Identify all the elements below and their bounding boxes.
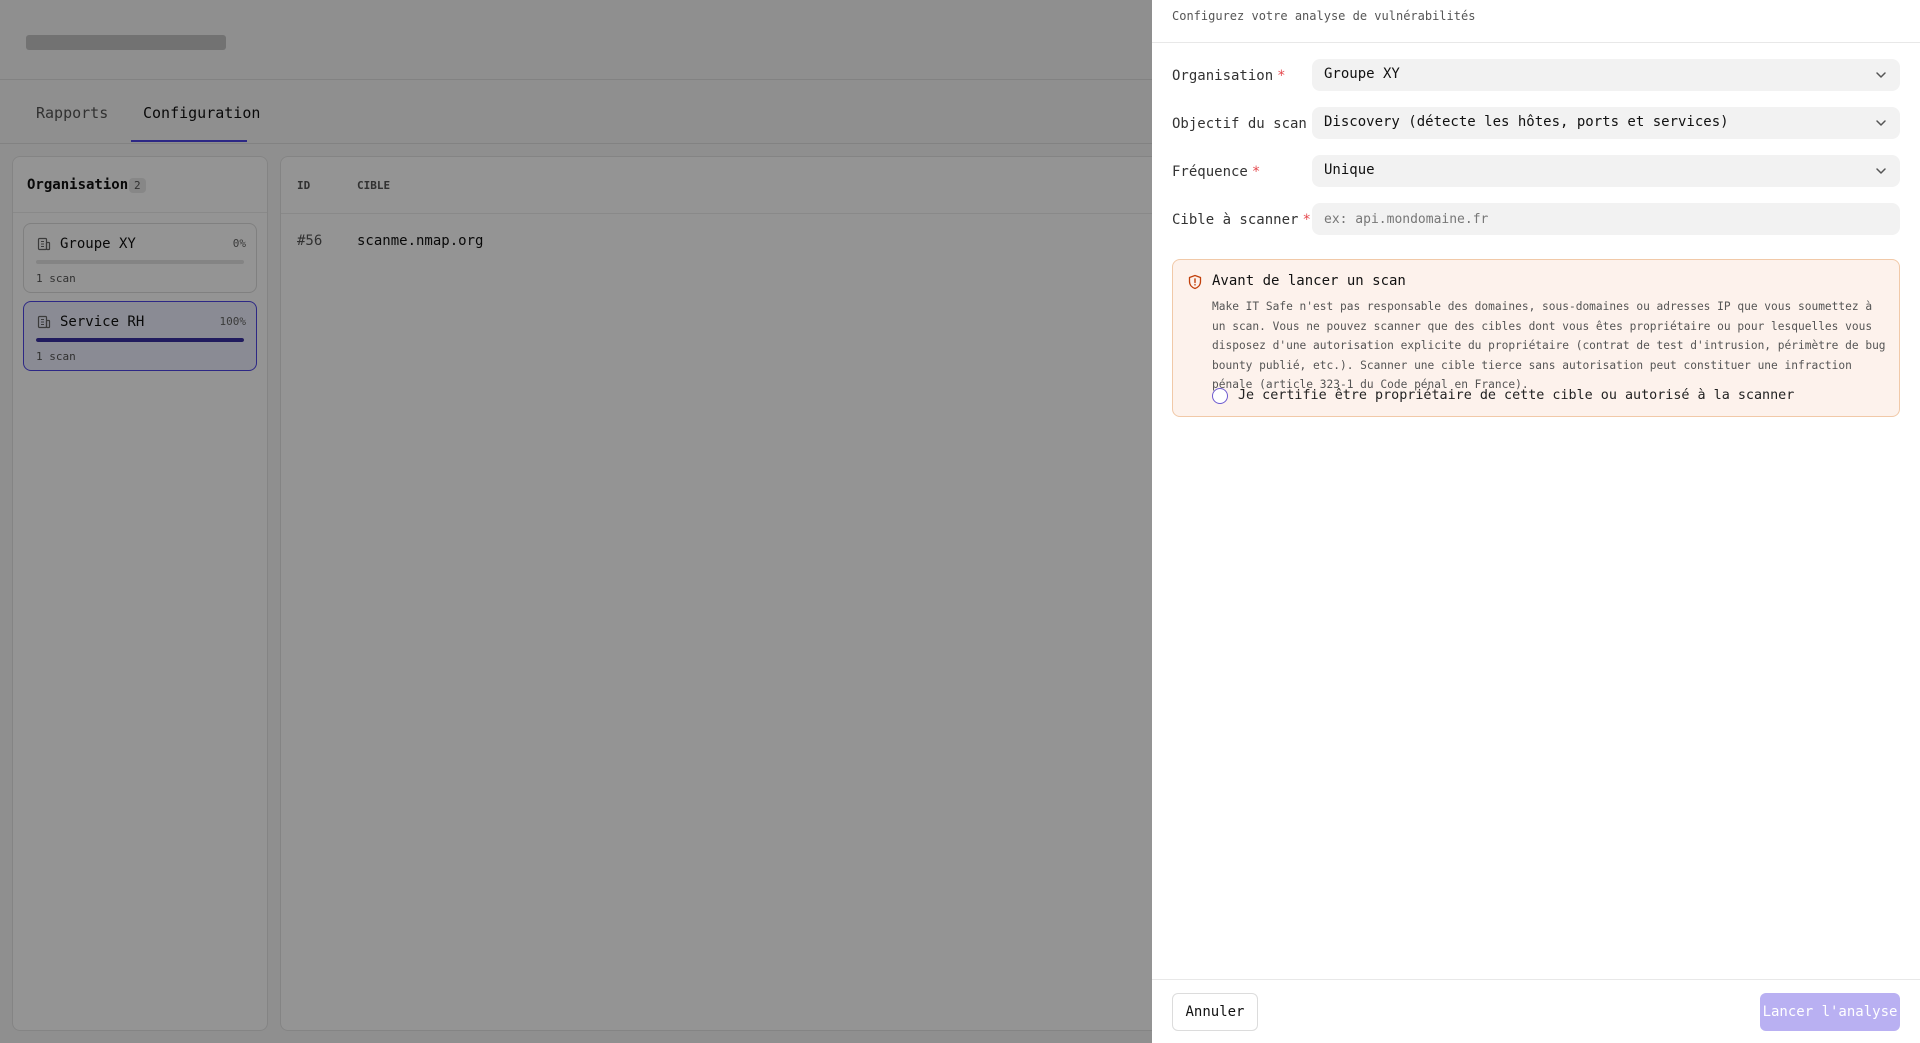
certify-label: Je certifie être propriétaire de cette c… bbox=[1238, 388, 1795, 403]
scan-warning-box: Avant de lancer un scan Make IT Safe n'e… bbox=[1172, 259, 1900, 417]
required-mark: * bbox=[1302, 212, 1311, 228]
certify-radio[interactable] bbox=[1212, 388, 1228, 404]
warning-title: Avant de lancer un scan bbox=[1212, 273, 1406, 289]
chevron-down-icon bbox=[1876, 72, 1886, 78]
organisation-label: Organisation * bbox=[1172, 68, 1286, 84]
cancel-button[interactable]: Annuler bbox=[1172, 993, 1258, 1031]
organisation-value: Groupe XY bbox=[1324, 66, 1400, 82]
drawer-footer: Annuler Lancer l'analyse bbox=[1152, 979, 1920, 1043]
chevron-down-icon bbox=[1876, 168, 1886, 174]
required-mark: * bbox=[1251, 164, 1261, 180]
warning-body: Make IT Safe n'est pas responsable des d… bbox=[1212, 300, 1886, 392]
scan-config-drawer: Configurez votre analyse de vulnérabilit… bbox=[1152, 0, 1920, 1043]
required-mark: * bbox=[1277, 68, 1286, 84]
frequency-value: Unique bbox=[1324, 162, 1375, 178]
objective-value: Discovery (détecte les hôtes, ports et s… bbox=[1324, 114, 1729, 130]
objective-select[interactable]: Discovery (détecte les hôtes, ports et s… bbox=[1312, 107, 1900, 139]
shield-alert-icon bbox=[1188, 274, 1202, 290]
target-input[interactable] bbox=[1312, 203, 1900, 235]
chevron-down-icon bbox=[1876, 120, 1886, 126]
frequency-label: Fréquence * bbox=[1172, 164, 1261, 180]
organisation-select[interactable]: Groupe XY bbox=[1312, 59, 1900, 91]
drawer-header: Configurez votre analyse de vulnérabilit… bbox=[1152, 0, 1920, 43]
drawer-subtitle: Configurez votre analyse de vulnérabilit… bbox=[1172, 9, 1476, 23]
target-label: Cible à scanner * bbox=[1172, 212, 1311, 228]
objective-label: Objectif du scan* bbox=[1172, 116, 1319, 132]
launch-analysis-button[interactable]: Lancer l'analyse bbox=[1760, 993, 1900, 1031]
frequency-select[interactable]: Unique bbox=[1312, 155, 1900, 187]
